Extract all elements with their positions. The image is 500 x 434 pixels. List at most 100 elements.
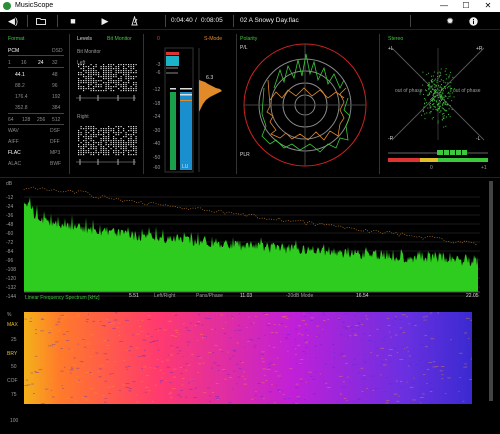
svg-text:-24: -24 (6, 204, 13, 210)
frequency-spectrum: -12 -24 -36 -48 -60 -72 -84 -96 -108 -120 -132 -144 (6, 186, 480, 298)
elapsed-time: 0:04:40 (171, 17, 193, 24)
format-type: DSF (50, 128, 60, 134)
spectrogram-tick: 25 (11, 337, 17, 343)
left-right-mode[interactable]: Left/Right (154, 293, 175, 299)
spectrogram-tick: 100 (10, 418, 19, 424)
divider (236, 34, 237, 174)
db-mode[interactable]: -20dB Mode (286, 293, 313, 299)
correlation-plus1: +1 (481, 165, 487, 171)
svg-text:-132: -132 (6, 285, 16, 291)
duration-time: 0:08:05 (201, 17, 223, 24)
peak-indicator: 0 (157, 36, 160, 42)
freq-tick: 5.51 (129, 293, 139, 299)
metronome-icon[interactable] (128, 15, 142, 27)
stereo-title: Stereo (388, 36, 404, 42)
format-rate: 352.8 (15, 105, 28, 111)
format-type: ALAC (8, 161, 22, 167)
svg-text:-144: -144 (6, 294, 16, 298)
svg-text:-12: -12 (6, 195, 13, 201)
correlation-meter (388, 158, 488, 162)
histogram-value: 6.3 (206, 75, 214, 81)
s-mode-label[interactable]: S-Mode (204, 36, 222, 42)
levels-title: Levels (77, 36, 92, 42)
divider (8, 55, 64, 56)
gear-icon[interactable]: ✹ (443, 15, 457, 27)
pans-phase-mode[interactable]: Pans/Phase (196, 293, 223, 299)
spectrogram-tick: 75 (11, 392, 17, 398)
spectrogram (24, 312, 472, 404)
spectrogram-tick: 50 (11, 364, 17, 370)
level-meter-bars (164, 47, 222, 173)
format-type: BWF (50, 161, 62, 167)
format-type: AIFF (8, 139, 19, 145)
svg-text:-108: -108 (6, 267, 16, 273)
folder-icon[interactable] (34, 15, 48, 27)
freq-tick: 16.54 (356, 293, 369, 299)
format-bit-32: 32 (52, 60, 58, 66)
play-icon[interactable]: ▶ (98, 15, 112, 27)
divider (233, 15, 234, 27)
lu-label: LU (182, 164, 189, 170)
format-dsd-rate: 128 (22, 117, 31, 123)
format-type: MP3 (50, 150, 61, 156)
spectrogram-percent: % (7, 312, 12, 318)
info-icon[interactable] (467, 15, 481, 27)
format-dsd-rate: 256 (37, 117, 46, 123)
format-type: DFF (50, 139, 60, 145)
spectrogram-max: MAX (7, 322, 18, 328)
divider (410, 15, 411, 27)
format-dsd-rate: 512 (52, 117, 61, 123)
track-name: 02 A Snowy Day.flac (240, 17, 299, 24)
divider (8, 67, 64, 68)
close-button[interactable]: ✕ (477, 0, 499, 12)
divider (8, 113, 64, 114)
correlation-zero: 0 (430, 165, 433, 171)
svg-text:-72: -72 (6, 240, 13, 246)
format-bit-24: 24 (38, 60, 44, 66)
toolbar: ◀) ■ ▶ 0:04:40 / 0:08:05 02 A Snowy Day.… (0, 12, 500, 30)
divider (143, 34, 144, 174)
format-rate: 192 (52, 94, 61, 100)
divider (57, 15, 58, 27)
svg-text:-96: -96 (6, 258, 13, 264)
divider (69, 34, 70, 174)
format-rate: 96 (52, 83, 58, 89)
format-type: WAV (8, 128, 19, 134)
format-rate: 384 (52, 105, 61, 111)
format-bit-16: 16 (21, 60, 27, 66)
app-icon (3, 2, 11, 10)
svg-text:-120: -120 (6, 276, 16, 282)
svg-text:-60: -60 (6, 231, 13, 237)
svg-text:-48: -48 (6, 222, 13, 228)
format-rate: 44.1 (15, 72, 25, 78)
format-title: Format (8, 36, 25, 42)
spectrum-axis-label: Linear Frequency Spectrum [kHz] (25, 295, 100, 301)
divider (379, 34, 380, 174)
bit-monitor-tab[interactable]: Bit Monitor (107, 36, 132, 42)
minimize-button[interactable]: — (433, 0, 455, 12)
freq-tick: 22.05 (466, 293, 479, 299)
freq-tick: 11.03 (240, 293, 253, 299)
divider (0, 177, 500, 178)
divider (8, 124, 64, 125)
title-bar: MusicScope — ☐ ✕ (0, 0, 500, 12)
time-separator: / (195, 17, 197, 24)
svg-text:-36: -36 (6, 213, 13, 219)
scrollbar[interactable] (489, 181, 493, 401)
volume-icon[interactable]: ◀) (6, 15, 20, 27)
maximize-button[interactable]: ☐ (455, 0, 477, 12)
format-rate: 176.4 (15, 94, 28, 100)
format-bit-1: 1 (8, 60, 11, 66)
window-title: MusicScope (15, 2, 54, 9)
stereo-vectorscope (388, 47, 488, 154)
format-dsd-rate: 64 (8, 117, 14, 123)
spectrogram-cof: COF (7, 378, 18, 384)
format-rate: 88.2 (15, 83, 25, 89)
spectrogram-bry: BRY (7, 351, 18, 357)
format-type: FLAC (8, 150, 21, 156)
svg-text:-84: -84 (6, 249, 13, 255)
format-pcm: PCM (8, 48, 20, 54)
format-rate: 48 (52, 72, 58, 78)
stop-icon[interactable]: ■ (66, 15, 80, 27)
divider (165, 15, 166, 27)
